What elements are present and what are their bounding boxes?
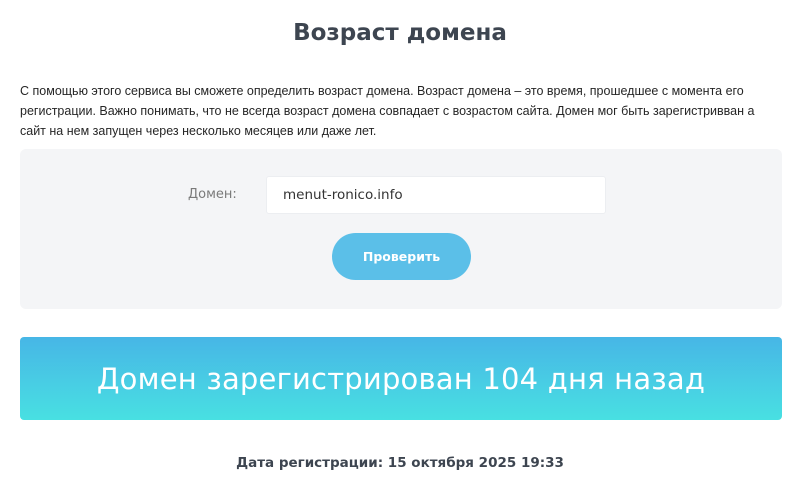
check-button[interactable]: Проверить	[332, 233, 471, 280]
page-title: Возраст домена	[293, 20, 507, 46]
domain-check-form: Домен: Проверить	[20, 149, 782, 309]
result-banner: Домен зарегистрирован 104 дня назад	[20, 337, 782, 420]
result-message: Домен зарегистрирован 104 дня назад	[96, 361, 706, 396]
service-description: С помощью этого сервиса вы сможете опред…	[20, 84, 755, 138]
domain-field-label: Домен:	[188, 187, 237, 202]
domain-input[interactable]	[266, 176, 606, 214]
registration-date: Дата регистрации: 15 октября 2025 19:33	[236, 455, 564, 471]
